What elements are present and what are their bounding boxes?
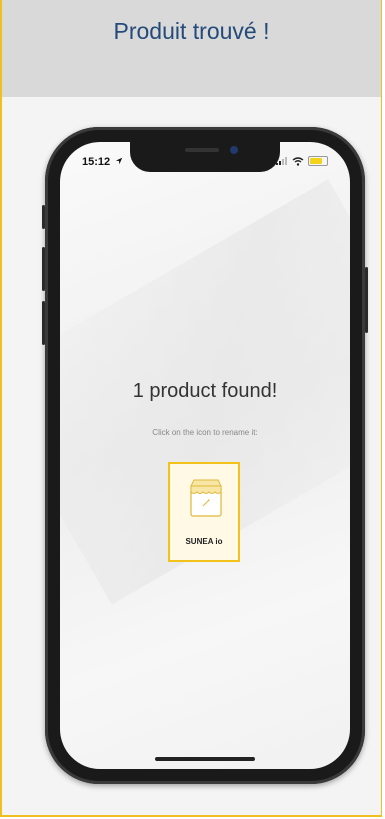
notch [130, 142, 280, 172]
battery-icon [308, 156, 328, 166]
status-time-text: 15:12 [82, 156, 111, 168]
found-title: 1 product found! [132, 380, 278, 402]
signal-icon [276, 157, 287, 165]
front-camera [230, 146, 238, 154]
speaker [185, 148, 219, 152]
home-indicator [155, 757, 255, 761]
product-tile[interactable]: SUNEA io [168, 462, 240, 562]
volume-up-button [42, 247, 45, 291]
location-arrow-icon [116, 157, 123, 165]
power-button [365, 267, 368, 333]
phone-screen: 15:12 1 product found! Click on the icon… [60, 142, 350, 769]
card-header: Produit trouvé ! [2, 0, 381, 97]
volume-down-button [42, 301, 45, 345]
status-icons [276, 156, 328, 166]
found-subtitle: Click on the icon to rename it: [152, 428, 258, 437]
battery-level [310, 158, 322, 164]
wifi-icon [292, 156, 304, 166]
phone-frame: 15:12 1 product found! Click on the icon… [42, 127, 368, 784]
status-time: 15:12 [82, 156, 123, 168]
product-label: SUNEA io [185, 537, 223, 546]
store-awning-icon [190, 479, 222, 517]
silent-switch [42, 205, 45, 229]
card-title: Produit trouvé ! [113, 18, 270, 44]
instruction-card: Produit trouvé ! 15:12 1 product found! … [0, 0, 382, 817]
